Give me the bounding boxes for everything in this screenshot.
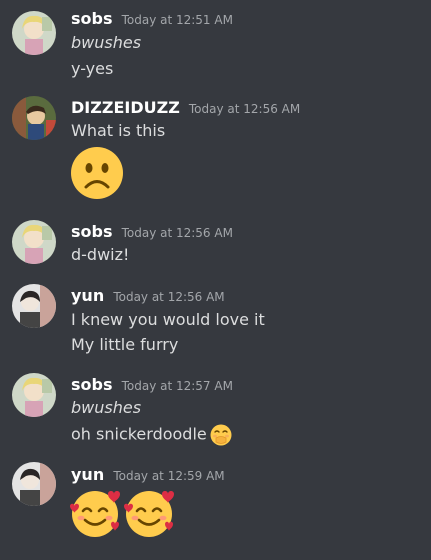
avatar[interactable] bbox=[12, 284, 56, 328]
message-text: My little furry bbox=[71, 335, 179, 354]
timestamp: Today at 12:51 AM bbox=[121, 13, 233, 27]
avatar[interactable] bbox=[12, 11, 56, 55]
avatar[interactable] bbox=[12, 220, 56, 264]
message-header: sobs Today at 12:56 AM bbox=[71, 222, 233, 241]
message-text: I knew you would love it bbox=[71, 310, 265, 329]
author-name[interactable]: sobs bbox=[71, 222, 113, 241]
author-name[interactable]: yun bbox=[71, 465, 104, 484]
avatar[interactable] bbox=[12, 462, 56, 506]
message-header: sobs Today at 12:57 AM bbox=[71, 375, 233, 394]
message-text: oh snickerdoodle bbox=[71, 424, 207, 444]
timestamp: Today at 12:59 AM bbox=[113, 469, 225, 483]
message-header: yun Today at 12:56 AM bbox=[71, 286, 225, 305]
message-text: d-dwiz! bbox=[71, 245, 130, 264]
message-text: bwushes bbox=[71, 398, 142, 417]
author-name[interactable]: sobs bbox=[71, 9, 113, 28]
message-text: What is this bbox=[71, 121, 166, 140]
message-header: yun Today at 12:59 AM bbox=[71, 465, 225, 484]
message-text: bwushes bbox=[71, 33, 142, 52]
author-name[interactable]: yun bbox=[71, 286, 104, 305]
message-text-with-emoji: oh snickerdoodle bbox=[71, 424, 232, 446]
message-text: y-yes bbox=[71, 59, 114, 78]
message-header: sobs Today at 12:51 AM bbox=[71, 9, 233, 28]
timestamp: Today at 12:56 AM bbox=[121, 226, 233, 240]
hand-over-mouth-face-icon bbox=[210, 424, 232, 446]
timestamp: Today at 12:57 AM bbox=[121, 379, 233, 393]
timestamp: Today at 12:56 AM bbox=[113, 290, 225, 304]
avatar[interactable] bbox=[12, 373, 56, 417]
smiling-face-with-hearts-icon bbox=[68, 486, 122, 540]
author-name[interactable]: sobs bbox=[71, 375, 113, 394]
author-name[interactable]: DIZZEIDUZZ bbox=[71, 98, 180, 117]
avatar[interactable] bbox=[12, 96, 56, 140]
smiling-face-with-hearts-icon bbox=[122, 486, 176, 540]
timestamp: Today at 12:56 AM bbox=[188, 102, 301, 116]
slightly-frowning-face-icon bbox=[70, 146, 124, 200]
message-header: DIZZEIDUZZ Today at 12:56 AM bbox=[71, 98, 300, 117]
